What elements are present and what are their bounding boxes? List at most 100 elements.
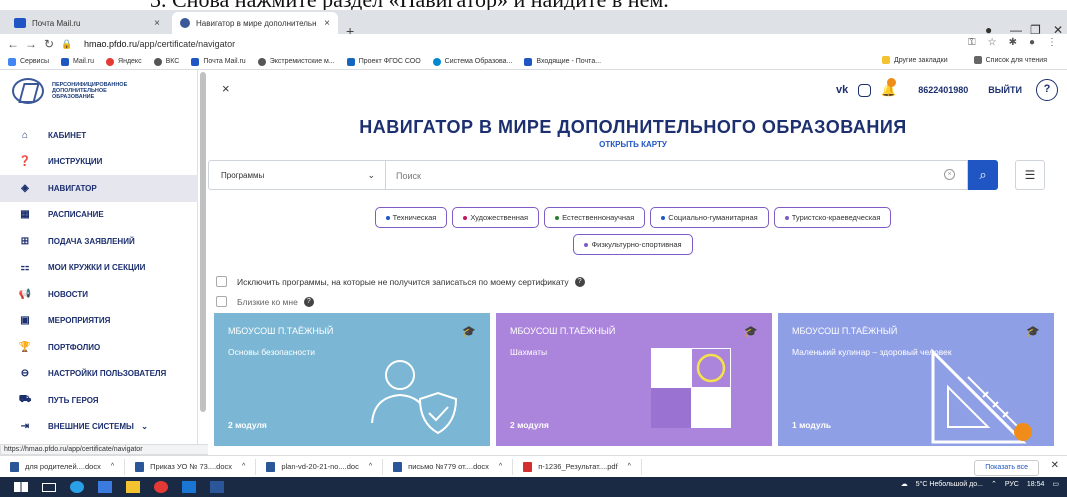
notifications-icon[interactable]: ▭	[1052, 480, 1059, 488]
sidebar-item-user-settings[interactable]: ⊖ НАСТРОЙКИ ПОЛЬЗОВАТЕЛЯ	[0, 361, 198, 388]
reload-icon[interactable]: ↻	[40, 37, 58, 51]
close-icon[interactable]: ×	[222, 81, 230, 96]
help-button[interactable]: ?	[1036, 79, 1058, 101]
chip-social[interactable]: Социально-гуманитарная	[650, 207, 769, 228]
type-select[interactable]: Программы ⌄	[208, 160, 386, 190]
tab-mail[interactable]: Почта Mail.ru ×	[6, 12, 168, 34]
download-item[interactable]: plan-vd-20-21-no....doc ^	[256, 458, 384, 475]
chip-tourism[interactable]: Туристско-краеведческая	[773, 207, 892, 228]
logout-button[interactable]: ВЫЙТИ	[988, 85, 1022, 95]
back-icon[interactable]: ←	[4, 37, 22, 51]
sidebar-item-my-sections[interactable]: ⚏ МОИ КРУЖКИ И СЕКЦИИ	[0, 255, 198, 282]
sidebar-item-events[interactable]: ▣ МЕРОПРИЯТИЯ	[0, 308, 198, 335]
download-item[interactable]: письмо №779 от....docx ^	[383, 458, 514, 475]
weather-text[interactable]: 5°C Небольшой до...	[916, 481, 983, 488]
download-item[interactable]: Приказ УО № 73....docx ^	[125, 458, 257, 475]
help-icon[interactable]: ?	[303, 296, 314, 307]
extensions-icon[interactable]: ✱	[1009, 37, 1017, 48]
search-input[interactable]: Поиск ×	[386, 160, 968, 190]
sidebar-item-navigator[interactable]: ◈ НАВИГАТОР	[0, 175, 198, 202]
reading-list[interactable]: Список для чтения	[973, 56, 1047, 64]
logo[interactable]: ПЕРСОНИФИЦИРОВАННОЕ ДОПОЛНИТЕЛЬНОЕ ОБРАЗ…	[12, 78, 132, 104]
tab-navigator[interactable]: Навигатор в мире дополнительн ×	[172, 12, 338, 34]
clear-icon[interactable]: ×	[944, 169, 955, 180]
edge-icon[interactable]	[70, 481, 84, 493]
close-icon[interactable]: ×	[324, 18, 330, 29]
download-item[interactable]: для родителей....docx ^	[0, 458, 126, 475]
bookmark[interactable]: Входящие - Почта...	[524, 57, 601, 66]
other-bookmarks[interactable]: Другие закладки	[881, 56, 948, 64]
key-icon[interactable]: ⚿	[968, 37, 976, 48]
bell-icon[interactable]: 🔔	[881, 78, 897, 97]
sidebar-scrollbar[interactable]	[200, 72, 206, 412]
sidebar-item-label: МЕРОПРИЯТИЯ	[48, 316, 111, 326]
sidebar-item-applications[interactable]: ⊞ ПОДАЧА ЗАЯВЛЕНИЙ	[0, 228, 198, 255]
sidebar-item-label: МОИ КРУЖКИ И СЕКЦИИ	[48, 263, 146, 273]
sidebar-item-schedule[interactable]: ▦ РАСПИСАНИЕ	[0, 202, 198, 229]
chrome-icon[interactable]	[154, 481, 168, 493]
chevron-up-icon[interactable]: ^	[499, 463, 502, 470]
chip-science[interactable]: Естественнонаучная	[544, 207, 646, 228]
sidebar-item-external-systems[interactable]: ⇥ ВНЕШНИЕ СИСТЕМЫ ⌄	[0, 414, 198, 441]
graduation-cap-icon: 🎓	[1026, 326, 1040, 338]
network-icon[interactable]: ⌃	[991, 480, 997, 488]
sidebar-item-news[interactable]: 📢 НОВОСТИ	[0, 281, 198, 308]
sidebar-item-instructions[interactable]: ❓ ИНСТРУКЦИИ	[0, 149, 198, 176]
word-icon	[393, 461, 403, 472]
sidebar-item-label: КАБИНЕТ	[48, 130, 87, 140]
account-icon[interactable]: ●	[1029, 37, 1035, 48]
help-icon[interactable]: ?	[574, 276, 585, 287]
mail-app-icon[interactable]	[182, 481, 196, 493]
bookmark[interactable]: Сервисы	[8, 57, 49, 66]
language-indicator[interactable]: РУС	[1005, 481, 1019, 488]
chip-sports[interactable]: Физкультурно-спортивная	[573, 234, 693, 255]
clock[interactable]: 18:54	[1027, 481, 1045, 488]
bookmark[interactable]: ВКС	[153, 57, 179, 66]
search-button[interactable]: ⌕	[968, 160, 998, 190]
sidebar-item-portfolio[interactable]: 🏆 ПОРТФОЛИО	[0, 334, 198, 361]
bookmark[interactable]: Яндекс	[106, 57, 142, 66]
chip-art[interactable]: Художественная	[452, 207, 540, 228]
chevron-up-icon[interactable]: ^	[628, 463, 631, 470]
bookmark[interactable]: Система Образова...	[432, 57, 512, 66]
star-icon[interactable]: ☆	[988, 37, 997, 48]
apps-icon	[8, 57, 16, 66]
task-view-icon[interactable]	[42, 482, 56, 492]
chevron-up-icon[interactable]: ^	[369, 463, 372, 470]
weather-icon: ☁	[900, 481, 908, 488]
show-all-button[interactable]: Показать все	[974, 460, 1039, 476]
chevron-up-icon[interactable]: ^	[242, 463, 245, 470]
store-icon[interactable]	[98, 481, 112, 493]
checkbox[interactable]	[216, 276, 227, 287]
word-app-icon[interactable]	[210, 481, 224, 493]
download-name: для родителей....docx	[25, 462, 101, 471]
bookmark[interactable]: Mail.ru	[61, 57, 94, 66]
vk-icon[interactable]: vk	[836, 84, 848, 96]
instagram-icon[interactable]	[858, 83, 872, 97]
mail-icon	[61, 57, 70, 66]
nearby-checkbox[interactable]: Близкие ко мне?	[216, 296, 314, 307]
program-card[interactable]: МБОУСОШ П.ТАЁЖНЫЙ 🎓 Маленький кулинар – …	[778, 313, 1054, 446]
sidebar-item-hero-path[interactable]: ⛟ ПУТЬ ГЕРОЯ	[0, 387, 198, 414]
exclude-programs-checkbox[interactable]: Исключить программы, на которые не получ…	[216, 276, 585, 287]
chevron-up-icon[interactable]: ^	[111, 463, 114, 470]
chip-technical[interactable]: Техническая	[374, 207, 448, 228]
sidebar-item-cabinet[interactable]: ⌂ КАБИНЕТ	[0, 122, 198, 149]
menu-icon[interactable]: ⋮	[1047, 37, 1057, 48]
bookmark[interactable]: Почта Mail.ru	[191, 57, 246, 66]
explorer-icon[interactable]	[126, 481, 140, 493]
download-item[interactable]: п-1236_Результат....pdf ^	[513, 458, 642, 475]
bookmark[interactable]: Проект ФГОС СОО	[346, 57, 421, 66]
checkbox[interactable]	[216, 296, 227, 307]
close-icon[interactable]: ✕	[1051, 460, 1059, 471]
dot-icon	[463, 215, 468, 220]
forward-icon[interactable]: →	[22, 37, 40, 51]
program-card[interactable]: МБОУСОШ П.ТАЁЖНЫЙ 🎓 Шахматы 2 модуля	[496, 313, 772, 446]
windows-start-icon[interactable]	[14, 482, 28, 492]
program-card[interactable]: МБОУСОШ П.ТАЁЖНЫЙ 🎓 Основы безопасности …	[214, 313, 490, 446]
open-map-link[interactable]: ОТКРЫТЬ КАРТУ	[208, 140, 1058, 149]
url-field[interactable]: hmao.pfdo.ru/app/certificate/navigator	[84, 39, 235, 49]
close-icon[interactable]: ×	[154, 18, 160, 29]
bookmark[interactable]: Экстремистские м...	[257, 57, 335, 66]
filter-button[interactable]: ☰	[1015, 160, 1045, 190]
